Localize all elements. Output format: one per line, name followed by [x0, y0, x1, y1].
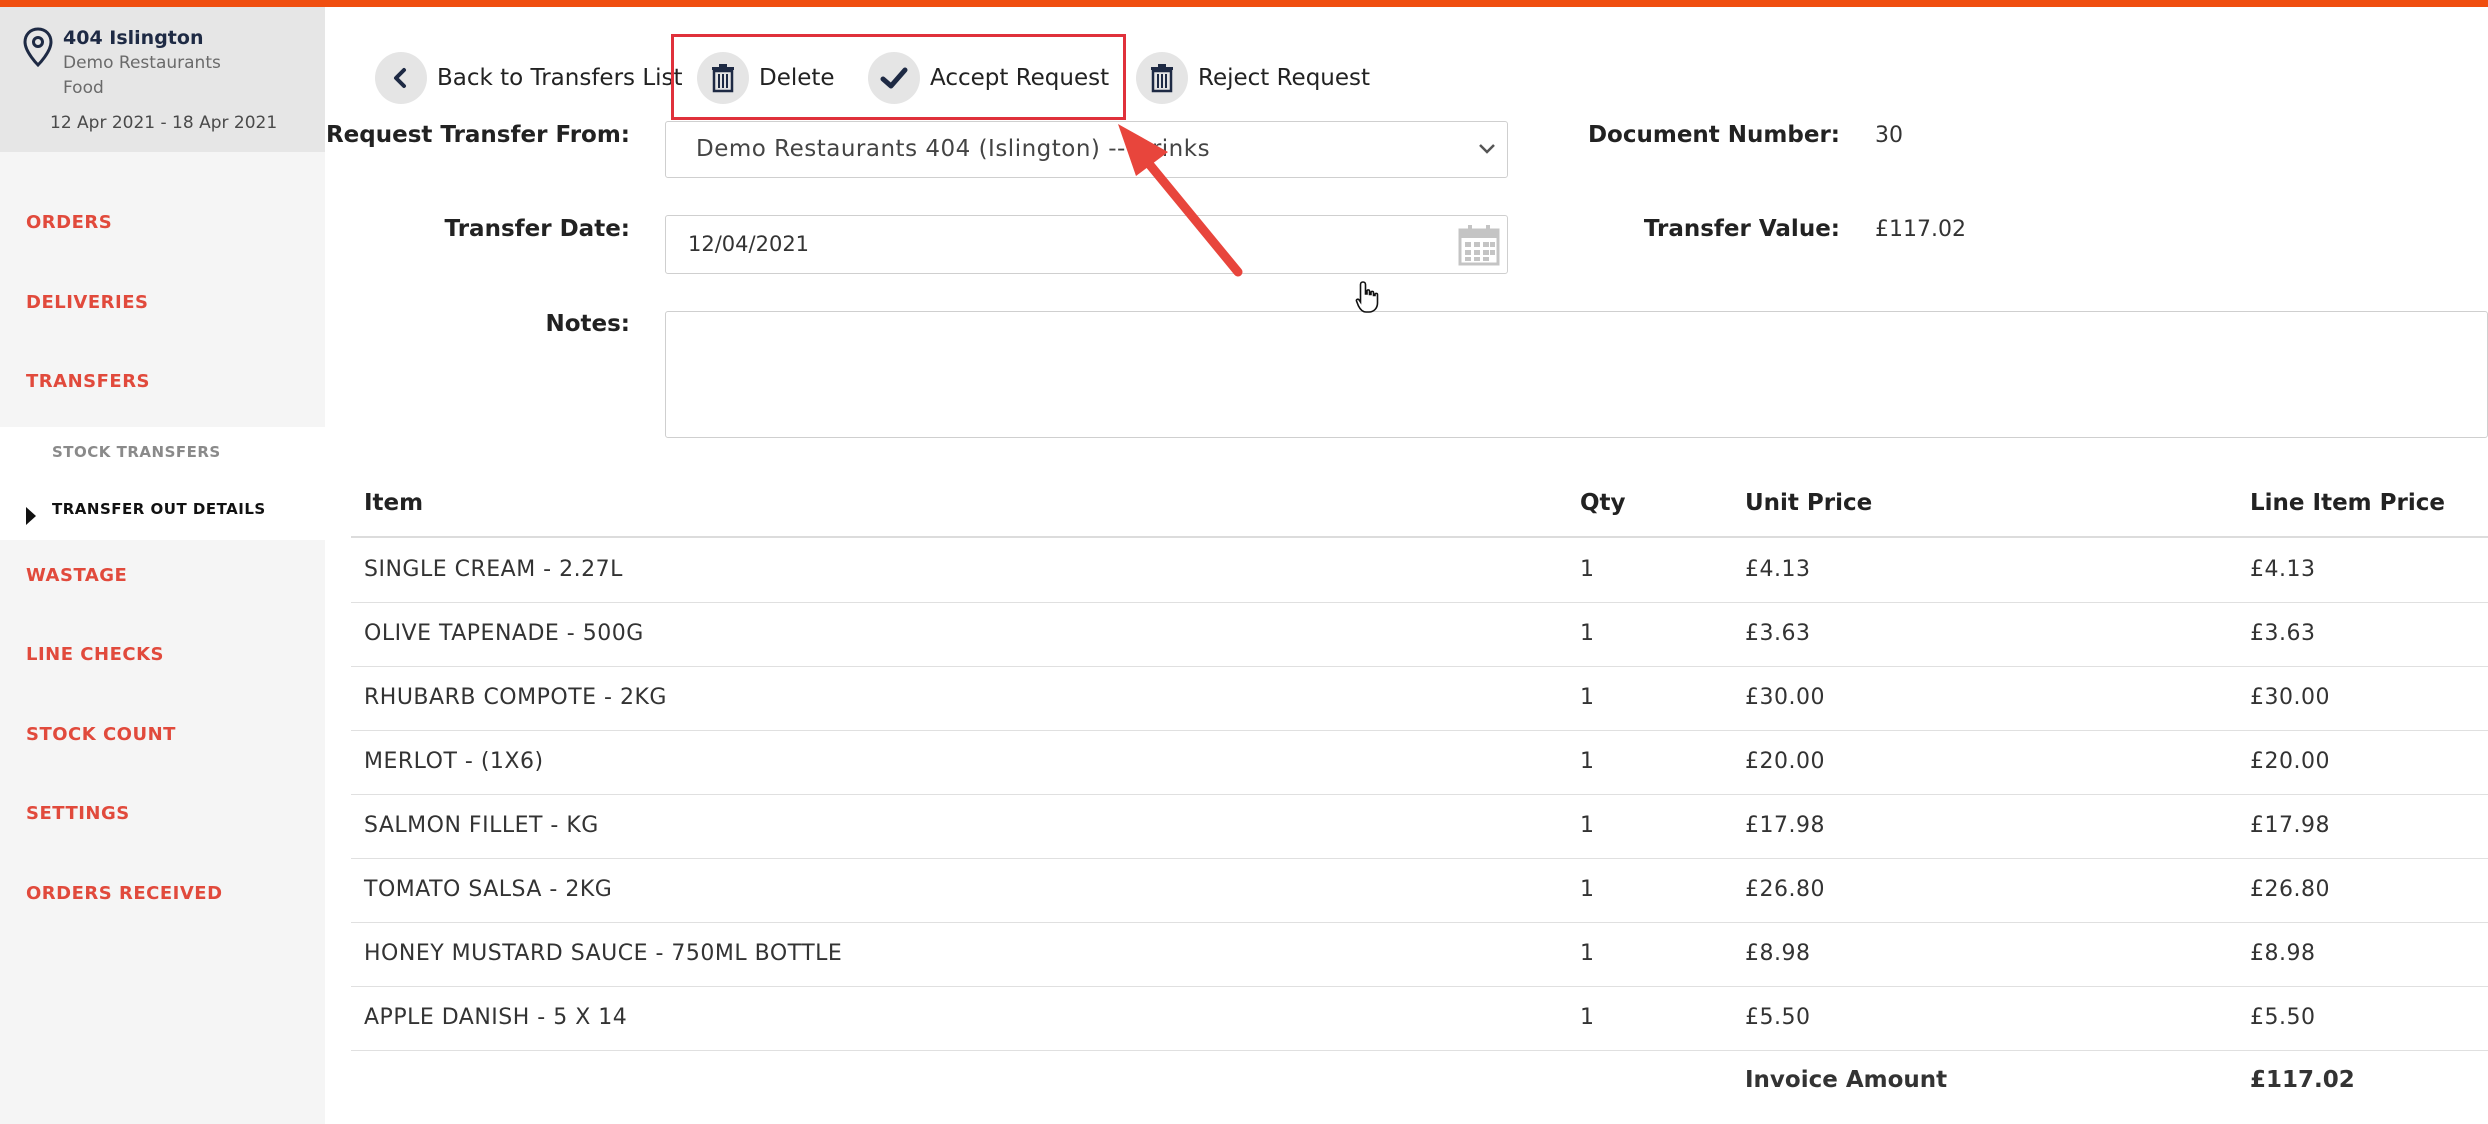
cell-unit-price: £17.98	[1745, 813, 1825, 838]
table-row[interactable]: SINGLE CREAM - 2.27L 1 £4.13 £4.13	[351, 538, 2488, 603]
active-caret-icon	[26, 507, 36, 525]
header-line-item-price: Line Item Price	[2250, 490, 2445, 516]
cell-line-price: £26.80	[2250, 877, 2330, 902]
header-unit-price: Unit Price	[1745, 490, 1873, 516]
annotation-arrow	[1118, 124, 1243, 277]
cell-unit-price: £30.00	[1745, 685, 1825, 710]
notes-label: Notes:	[545, 311, 630, 337]
nav-line-checks[interactable]: LINE CHECKS	[26, 644, 164, 665]
header-item: Item	[364, 490, 424, 516]
nav-wastage[interactable]: WASTAGE	[26, 565, 127, 586]
nav-orders[interactable]: ORDERS	[26, 212, 112, 233]
nav-settings[interactable]: SETTINGS	[26, 803, 130, 824]
cell-qty: 1	[1580, 941, 1595, 966]
table-row[interactable]: RHUBARB COMPOTE - 2KG 1 £30.00 £30.00	[351, 666, 2488, 731]
notes-textarea[interactable]	[665, 311, 2488, 438]
table-row[interactable]: OLIVE TAPENADE - 500G 1 £3.63 £3.63	[351, 602, 2488, 667]
table-row[interactable]: SALMON FILLET - KG 1 £17.98 £17.98	[351, 794, 2488, 859]
cell-item: TOMATO SALSA - 2KG	[364, 877, 613, 902]
sub-item-transfer-out-details[interactable]: TRANSFER OUT DETAILS	[52, 500, 266, 518]
nav-orders-received[interactable]: ORDERS RECEIVED	[26, 883, 223, 904]
nav-transfers[interactable]: TRANSFERS	[26, 371, 150, 392]
invoice-amount-label: Invoice Amount	[1745, 1067, 1948, 1093]
cell-item: HONEY MUSTARD SAUCE - 750ML BOTTLE	[364, 941, 843, 966]
cell-unit-price: £5.50	[1745, 1005, 1811, 1030]
table-row[interactable]: MERLOT - (1X6) 1 £20.00 £20.00	[351, 730, 2488, 795]
cell-qty: 1	[1580, 621, 1595, 646]
table-row[interactable]: HONEY MUSTARD SAUCE - 750ML BOTTLE 1 £8.…	[351, 922, 2488, 987]
cell-unit-price: £26.80	[1745, 877, 1825, 902]
cell-line-price: £4.13	[2250, 557, 2316, 582]
cell-line-price: £20.00	[2250, 749, 2330, 774]
document-number-value: 30	[1875, 123, 1903, 148]
request-from-select[interactable]: Demo Restaurants 404 (Islington) -- Drin…	[665, 121, 1508, 178]
reject-label: Reject Request	[1198, 65, 1371, 91]
top-accent-bar	[0, 0, 2488, 7]
cell-item: SALMON FILLET - KG	[364, 813, 599, 838]
cell-qty: 1	[1580, 877, 1595, 902]
cell-line-price: £3.63	[2250, 621, 2316, 646]
reject-request-button[interactable]: Reject Request	[1136, 52, 1370, 104]
transfer-value-value: £117.02	[1875, 217, 1966, 242]
cell-item: OLIVE TAPENADE - 500G	[364, 621, 644, 646]
back-label: Back to Transfers List	[437, 65, 683, 91]
cell-qty: 1	[1580, 1005, 1595, 1030]
cell-unit-price: £8.98	[1745, 941, 1811, 966]
nav-deliveries[interactable]: DELIVERIES	[26, 292, 148, 313]
cell-item: SINGLE CREAM - 2.27L	[364, 557, 623, 582]
cell-line-price: £5.50	[2250, 1005, 2316, 1030]
location-name: 404 Islington	[63, 27, 204, 49]
cell-unit-price: £3.63	[1745, 621, 1811, 646]
back-to-transfers-button[interactable]: Back to Transfers List	[375, 52, 683, 104]
cell-item: APPLE DANISH - 5 X 14	[364, 1005, 628, 1030]
document-number-label: Document Number:	[1587, 122, 1840, 148]
chevron-down-icon	[1479, 144, 1495, 154]
cell-item: MERLOT - (1X6)	[364, 749, 544, 774]
cell-line-price: £8.98	[2250, 941, 2316, 966]
cell-line-price: £30.00	[2250, 685, 2330, 710]
location-company: Demo Restaurants	[63, 53, 221, 73]
cell-qty: 1	[1580, 749, 1595, 774]
transfer-date-label: Transfer Date:	[444, 216, 630, 242]
nav-stock-count[interactable]: STOCK COUNT	[26, 724, 176, 745]
cell-qty: 1	[1580, 557, 1595, 582]
location-department: Food	[63, 78, 104, 98]
transfer-value-label: Transfer Value:	[1643, 216, 1840, 242]
cell-qty: 1	[1580, 685, 1595, 710]
sidebar: 404 Islington Demo Restaurants Food 12 A…	[0, 7, 325, 1124]
invoice-amount-value: £117.02	[2250, 1067, 2355, 1093]
chevron-left-icon	[375, 52, 427, 104]
cell-item: RHUBARB COMPOTE - 2KG	[364, 685, 667, 710]
annotation-highlight-box	[671, 34, 1126, 120]
cell-unit-price: £4.13	[1745, 557, 1811, 582]
sub-item-stock-transfers[interactable]: STOCK TRANSFERS	[52, 443, 221, 461]
calendar-icon[interactable]	[1457, 223, 1501, 267]
transfer-date-value: 12/04/2021	[688, 232, 810, 256]
hand-cursor-icon	[1355, 281, 1379, 313]
transfer-date-input[interactable]: 12/04/2021	[665, 215, 1508, 274]
trash-icon	[1136, 52, 1188, 104]
table-row[interactable]: APPLE DANISH - 5 X 14 1 £5.50 £5.50	[351, 986, 2488, 1051]
cell-line-price: £17.98	[2250, 813, 2330, 838]
header-qty: Qty	[1580, 490, 1626, 516]
location-pin-icon	[23, 27, 53, 67]
date-range: 12 Apr 2021 - 18 Apr 2021	[50, 113, 278, 133]
request-from-label: Request Transfer From:	[325, 122, 630, 148]
cell-qty: 1	[1580, 813, 1595, 838]
location-panel[interactable]: 404 Islington Demo Restaurants Food 12 A…	[0, 7, 325, 152]
table-row[interactable]: TOMATO SALSA - 2KG 1 £26.80 £26.80	[351, 858, 2488, 923]
cell-unit-price: £20.00	[1745, 749, 1825, 774]
